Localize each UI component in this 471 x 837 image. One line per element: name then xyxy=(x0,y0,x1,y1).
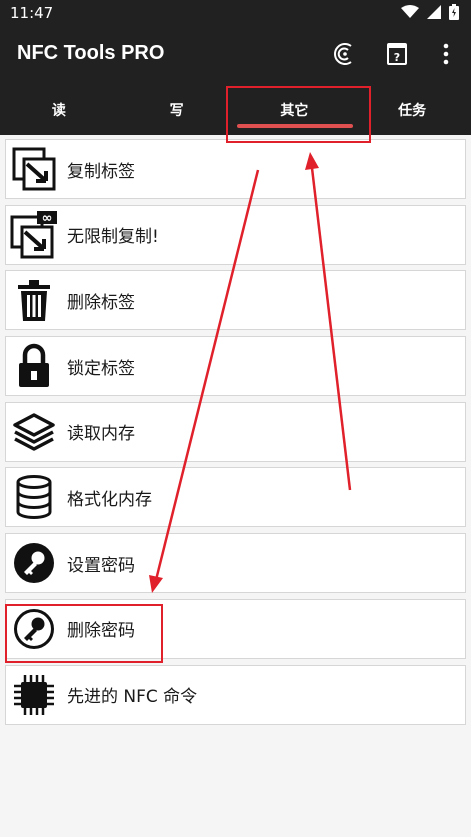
wifi-icon xyxy=(401,5,419,18)
status-time: 11:47 xyxy=(10,4,54,22)
help-icon: ? xyxy=(387,43,407,65)
list-item-format-memory[interactable]: 格式化内存 xyxy=(5,467,466,528)
more-options-button[interactable] xyxy=(434,40,458,68)
list-item-advanced-nfc-commands[interactable]: 先进的 NFC 命令 xyxy=(5,664,466,725)
list-item-label: 复制标签 xyxy=(67,161,135,182)
list-item-copy-tag[interactable]: 复制标签 xyxy=(5,139,466,199)
list-item-label: 锁定标签 xyxy=(67,358,135,379)
list-item-label: 读取内存 xyxy=(67,424,135,445)
svg-text:∞: ∞ xyxy=(42,211,53,226)
action-list: 复制标签 ∞ 无限制复制! 删除标签 锁定标签 读取内存 格式化内存 设置密码 … xyxy=(5,139,466,730)
tab-tasks[interactable]: 任务 xyxy=(353,84,471,135)
layers-icon xyxy=(13,413,55,451)
trash-icon xyxy=(18,280,50,322)
chip-icon xyxy=(14,674,54,715)
key-icon xyxy=(14,608,54,649)
list-item-label: 先进的 NFC 命令 xyxy=(67,687,198,707)
copy-tag-icon xyxy=(12,147,56,191)
app-bar: NFC Tools PRO ? xyxy=(0,26,471,84)
list-item-set-password[interactable]: 设置密码 xyxy=(5,533,466,594)
list-item-label: 删除密码 xyxy=(67,621,135,642)
help-button[interactable]: ? xyxy=(385,40,409,68)
app-title: NFC Tools PRO xyxy=(17,42,165,64)
nfc-reader-button[interactable] xyxy=(333,40,357,68)
list-item-delete-tag[interactable]: 删除标签 xyxy=(5,270,466,331)
tab-read[interactable]: 读 xyxy=(0,84,118,135)
more-vert-icon xyxy=(443,43,449,65)
list-item-label: 格式化内存 xyxy=(67,489,152,510)
battery-icon xyxy=(449,4,459,20)
list-item-lock-tag[interactable]: 锁定标签 xyxy=(5,336,466,397)
list-item-unlimited-copy[interactable]: ∞ 无限制复制! xyxy=(5,204,466,265)
list-item-remove-password[interactable]: 删除密码 xyxy=(5,598,466,659)
unlimited-copy-icon: ∞ xyxy=(10,210,57,259)
database-icon xyxy=(16,475,52,520)
list-item-read-memory[interactable]: 读取内存 xyxy=(5,401,466,462)
nfc-icon xyxy=(334,43,352,65)
svg-text:?: ? xyxy=(394,51,400,64)
list-item-label: 无限制复制! xyxy=(67,227,159,248)
tab-bar: 读 写 其它 任务 xyxy=(0,84,471,135)
tab-indicator xyxy=(237,124,353,128)
tab-write[interactable]: 写 xyxy=(118,84,236,135)
list-item-label: 设置密码 xyxy=(67,555,135,576)
key-icon xyxy=(14,543,54,584)
status-bar: 11:47 xyxy=(0,0,471,26)
signal-icon xyxy=(427,5,441,19)
lock-icon xyxy=(19,343,49,388)
list-item-label: 删除标签 xyxy=(67,292,135,313)
